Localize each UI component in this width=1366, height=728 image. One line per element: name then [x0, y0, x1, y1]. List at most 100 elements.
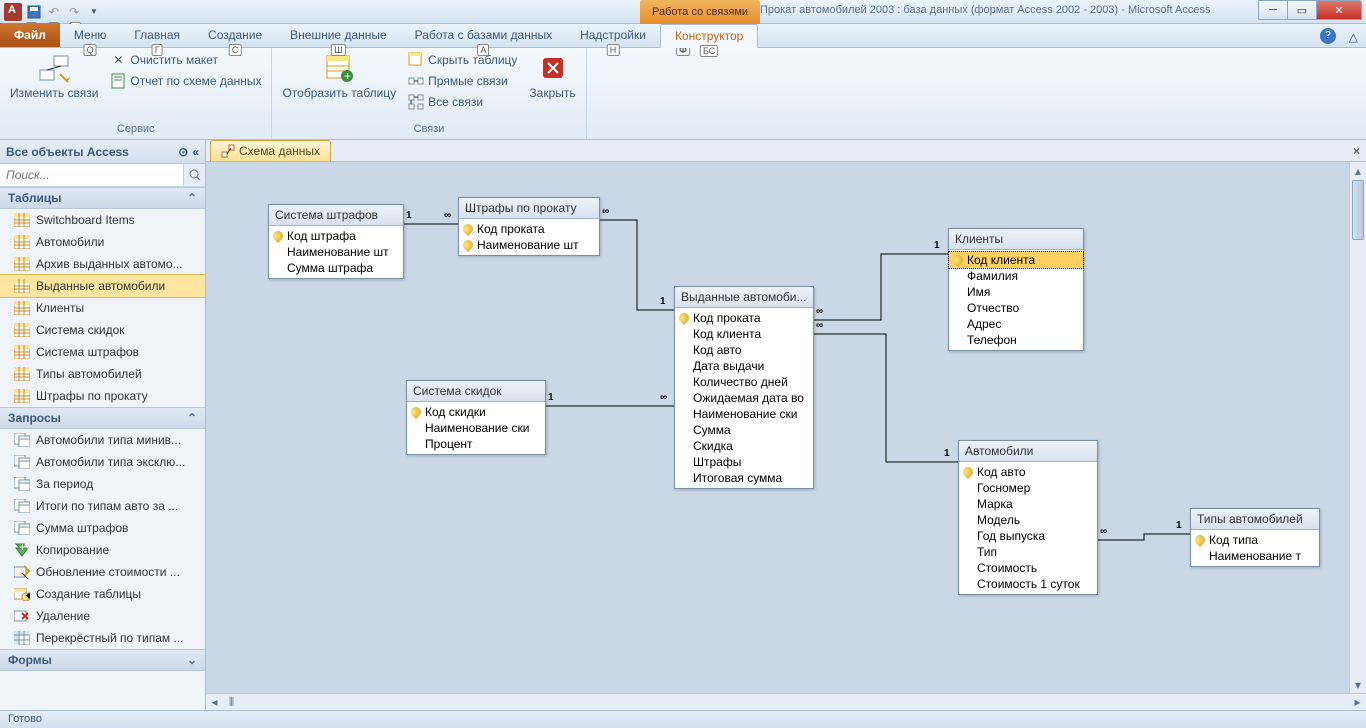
table-field[interactable]: Код авто: [675, 342, 813, 358]
table-box[interactable]: Система скидок Код скидкиНаименование ски…: [406, 380, 546, 455]
table-field[interactable]: Модель: [959, 512, 1097, 528]
vertical-scrollbar[interactable]: ▴ ▾: [1349, 162, 1366, 693]
close-button[interactable]: ✕: [1316, 0, 1362, 20]
table-field[interactable]: Год выпуска: [959, 528, 1097, 544]
nav-item[interactable]: Итоги по типам авто за ...: [0, 495, 205, 517]
edit-links-button[interactable]: Изменить связи: [6, 50, 102, 102]
nav-item[interactable]: Выданные автомобили: [0, 275, 205, 297]
table-field[interactable]: Отчество: [949, 300, 1083, 316]
scroll-first-icon[interactable]: ⦀: [223, 694, 240, 710]
ribbon-tab[interactable]: Работа с базами данныхА: [401, 24, 566, 47]
table-header[interactable]: Клиенты: [949, 229, 1083, 250]
nav-item[interactable]: ✦Создание таблицы: [0, 583, 205, 605]
table-field[interactable]: Код клиента: [949, 252, 1083, 268]
table-field[interactable]: Сумма штрафа: [269, 260, 403, 276]
nav-item[interactable]: Switchboard Items: [0, 209, 205, 231]
ribbon-tab[interactable]: НадстройкиН: [566, 24, 660, 47]
table-field[interactable]: Итоговая сумма: [675, 470, 813, 486]
table-box[interactable]: Штрафы по прокату Код прокатаНаименование…: [458, 197, 600, 256]
hide-table-button[interactable]: Скрыть таблицу: [404, 50, 521, 70]
table-field[interactable]: Стоимость 1 суток: [959, 576, 1097, 592]
nav-item[interactable]: Клиенты: [0, 297, 205, 319]
table-field[interactable]: Тип: [959, 544, 1097, 560]
schema-report-button[interactable]: Отчет по схеме данных: [106, 71, 265, 91]
table-field[interactable]: Код проката: [675, 310, 813, 326]
table-field[interactable]: Код скидки: [407, 404, 545, 420]
scroll-left-icon[interactable]: ◂: [206, 694, 223, 710]
minimize-button[interactable]: ─: [1258, 0, 1288, 20]
scroll-up-icon[interactable]: ▴: [1350, 162, 1366, 179]
qat-redo-icon[interactable]: ↷3: [66, 4, 82, 20]
table-field[interactable]: Штрафы: [675, 454, 813, 470]
ribbon-tab[interactable]: Внешние данныеШ: [276, 24, 401, 47]
nav-item[interactable]: Архив выданных автомо...: [0, 253, 205, 275]
table-box[interactable]: Клиенты Код клиентаФамилияИмяОтчествоАдре…: [948, 228, 1084, 351]
all-links-button[interactable]: Все связи: [404, 92, 521, 112]
help-icon[interactable]: ?: [1320, 28, 1336, 44]
app-icon[interactable]: [4, 3, 22, 21]
table-box[interactable]: Выданные автомоби...Код прокатаКод клиен…: [674, 286, 814, 489]
scroll-thumb[interactable]: [1352, 180, 1364, 240]
nav-group-header[interactable]: Формы⌄: [0, 649, 205, 671]
search-icon[interactable]: [183, 164, 205, 186]
show-table-button[interactable]: + Отобразить таблицу: [278, 50, 400, 102]
table-field[interactable]: Марка: [959, 496, 1097, 512]
nav-item[interactable]: Автомобили: [0, 231, 205, 253]
nav-item[interactable]: Перекрёстный по типам ...: [0, 627, 205, 649]
document-close-icon[interactable]: ×: [1353, 144, 1360, 158]
scroll-down-icon[interactable]: ▾: [1350, 676, 1366, 693]
nav-item[interactable]: Типы автомобилей: [0, 363, 205, 385]
table-header[interactable]: Выданные автомоби...: [675, 287, 813, 308]
table-field[interactable]: Сумма: [675, 422, 813, 438]
horizontal-scrollbar[interactable]: ◂ ⦀ ▸: [206, 693, 1366, 710]
nav-group-header[interactable]: Запросы⌃: [0, 407, 205, 429]
nav-header[interactable]: Все объекты Access ⊙«: [0, 140, 205, 164]
nav-item[interactable]: +!Копирование: [0, 539, 205, 561]
ribbon-tab[interactable]: СозданиеС: [194, 24, 276, 47]
table-header[interactable]: Автомобили: [959, 441, 1097, 462]
table-header[interactable]: Система скидок: [407, 381, 545, 402]
scroll-right-icon[interactable]: ▸: [1349, 694, 1366, 710]
nav-item[interactable]: Автомобили типа эксклю...: [0, 451, 205, 473]
table-field[interactable]: Имя: [949, 284, 1083, 300]
table-field[interactable]: Госномер: [959, 480, 1097, 496]
table-field[interactable]: Телефон: [949, 332, 1083, 348]
nav-item[interactable]: Система штрафов: [0, 341, 205, 363]
ribbon-tab[interactable]: КонструкторБС: [660, 24, 758, 48]
table-field[interactable]: Код проката: [459, 221, 599, 237]
table-field[interactable]: Наименование шт: [269, 244, 403, 260]
qat-undo-icon[interactable]: ↶2: [46, 4, 62, 20]
table-field[interactable]: Количество дней: [675, 374, 813, 390]
table-field[interactable]: Стоимость: [959, 560, 1097, 576]
nav-dropdown-icon[interactable]: ⊙: [178, 145, 188, 159]
table-header[interactable]: Система штрафов: [269, 205, 403, 226]
search-input[interactable]: [0, 164, 183, 186]
table-field[interactable]: Наименование ски: [675, 406, 813, 422]
table-field[interactable]: Дата выдачи: [675, 358, 813, 374]
table-field[interactable]: Код авто: [959, 464, 1097, 480]
nav-item[interactable]: Штрафы по прокату: [0, 385, 205, 407]
nav-group-header[interactable]: Таблицы⌃: [0, 187, 205, 209]
table-box[interactable]: Типы автомобилейКод типаНаименование т: [1190, 508, 1320, 567]
table-field[interactable]: Фамилия: [949, 268, 1083, 284]
qat-save-icon[interactable]: 1: [26, 4, 42, 20]
document-tab[interactable]: Схема данных: [210, 140, 331, 161]
nav-collapse-icon[interactable]: «: [192, 145, 199, 159]
table-field[interactable]: Процент: [407, 436, 545, 452]
table-field[interactable]: Наименование ски: [407, 420, 545, 436]
table-header[interactable]: Штрафы по прокату: [459, 198, 599, 219]
table-field[interactable]: Наименование шт: [459, 237, 599, 253]
table-field[interactable]: Адрес: [949, 316, 1083, 332]
close-button-ribbon[interactable]: Закрыть: [525, 50, 579, 102]
nav-item[interactable]: Система скидок: [0, 319, 205, 341]
relationships-canvas[interactable]: ▴ ▾ ◂ ⦀ ▸ Система штрафовКод штрафаНаиме…: [206, 162, 1366, 710]
table-field[interactable]: Код типа: [1191, 532, 1319, 548]
direct-links-button[interactable]: Прямые связи: [404, 71, 521, 91]
nav-item[interactable]: Автомобили типа минив...: [0, 429, 205, 451]
table-box[interactable]: Автомобили Код автоГосномерМаркаМодельГод…: [958, 440, 1098, 595]
ribbon-collapse-icon[interactable]: △: [1349, 30, 1358, 44]
nav-item[interactable]: Сумма штрафов: [0, 517, 205, 539]
file-tab[interactable]: ФайлФ: [0, 23, 60, 47]
nav-item[interactable]: Удаление: [0, 605, 205, 627]
qat-customize-icon[interactable]: ▼: [86, 4, 102, 20]
